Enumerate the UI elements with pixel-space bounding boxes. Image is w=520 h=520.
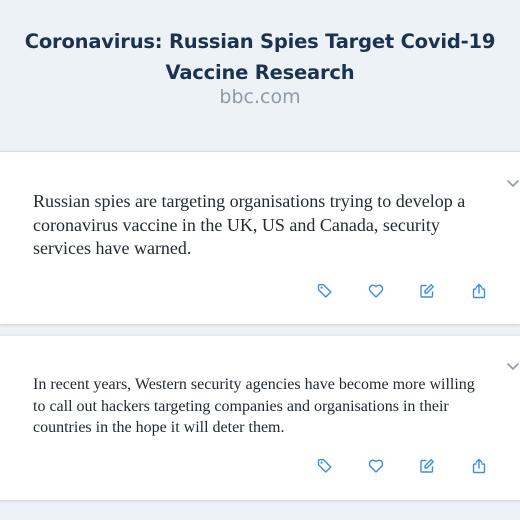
- heart-icon: [368, 284, 384, 298]
- article-header: Coronavirus: Russian Spies Target Covid-…: [0, 0, 520, 151]
- highlight-card: Russian spies are targeting organisation…: [0, 151, 520, 324]
- tag-button[interactable]: [315, 281, 335, 301]
- heart-icon: [368, 459, 384, 473]
- edit-icon: [420, 284, 434, 298]
- highlight-card: In recent years, Western security agenci…: [0, 335, 520, 500]
- tag-button[interactable]: [315, 456, 335, 476]
- edit-button[interactable]: [417, 456, 437, 476]
- edit-button[interactable]: [417, 281, 437, 301]
- share-icon: [472, 458, 486, 474]
- article-source[interactable]: bbc.com: [0, 84, 520, 110]
- like-button[interactable]: [366, 281, 386, 301]
- chevron-down-icon[interactable]: [506, 177, 520, 191]
- card-actions: [0, 456, 520, 476]
- tag-icon: [317, 284, 332, 298]
- highlight-text: Russian spies are targeting organisation…: [33, 191, 466, 258]
- like-button[interactable]: [366, 456, 386, 476]
- share-icon: [472, 283, 486, 299]
- tag-icon: [317, 459, 332, 473]
- edit-icon: [420, 459, 434, 473]
- highlight-text: In recent years, Western security agenci…: [33, 376, 475, 436]
- article-title[interactable]: Coronavirus: Russian Spies Target Covid-…: [0, 26, 520, 88]
- card-actions: [0, 281, 520, 301]
- share-button[interactable]: [469, 456, 489, 476]
- chevron-down-icon[interactable]: [506, 360, 520, 374]
- share-button[interactable]: [469, 281, 489, 301]
